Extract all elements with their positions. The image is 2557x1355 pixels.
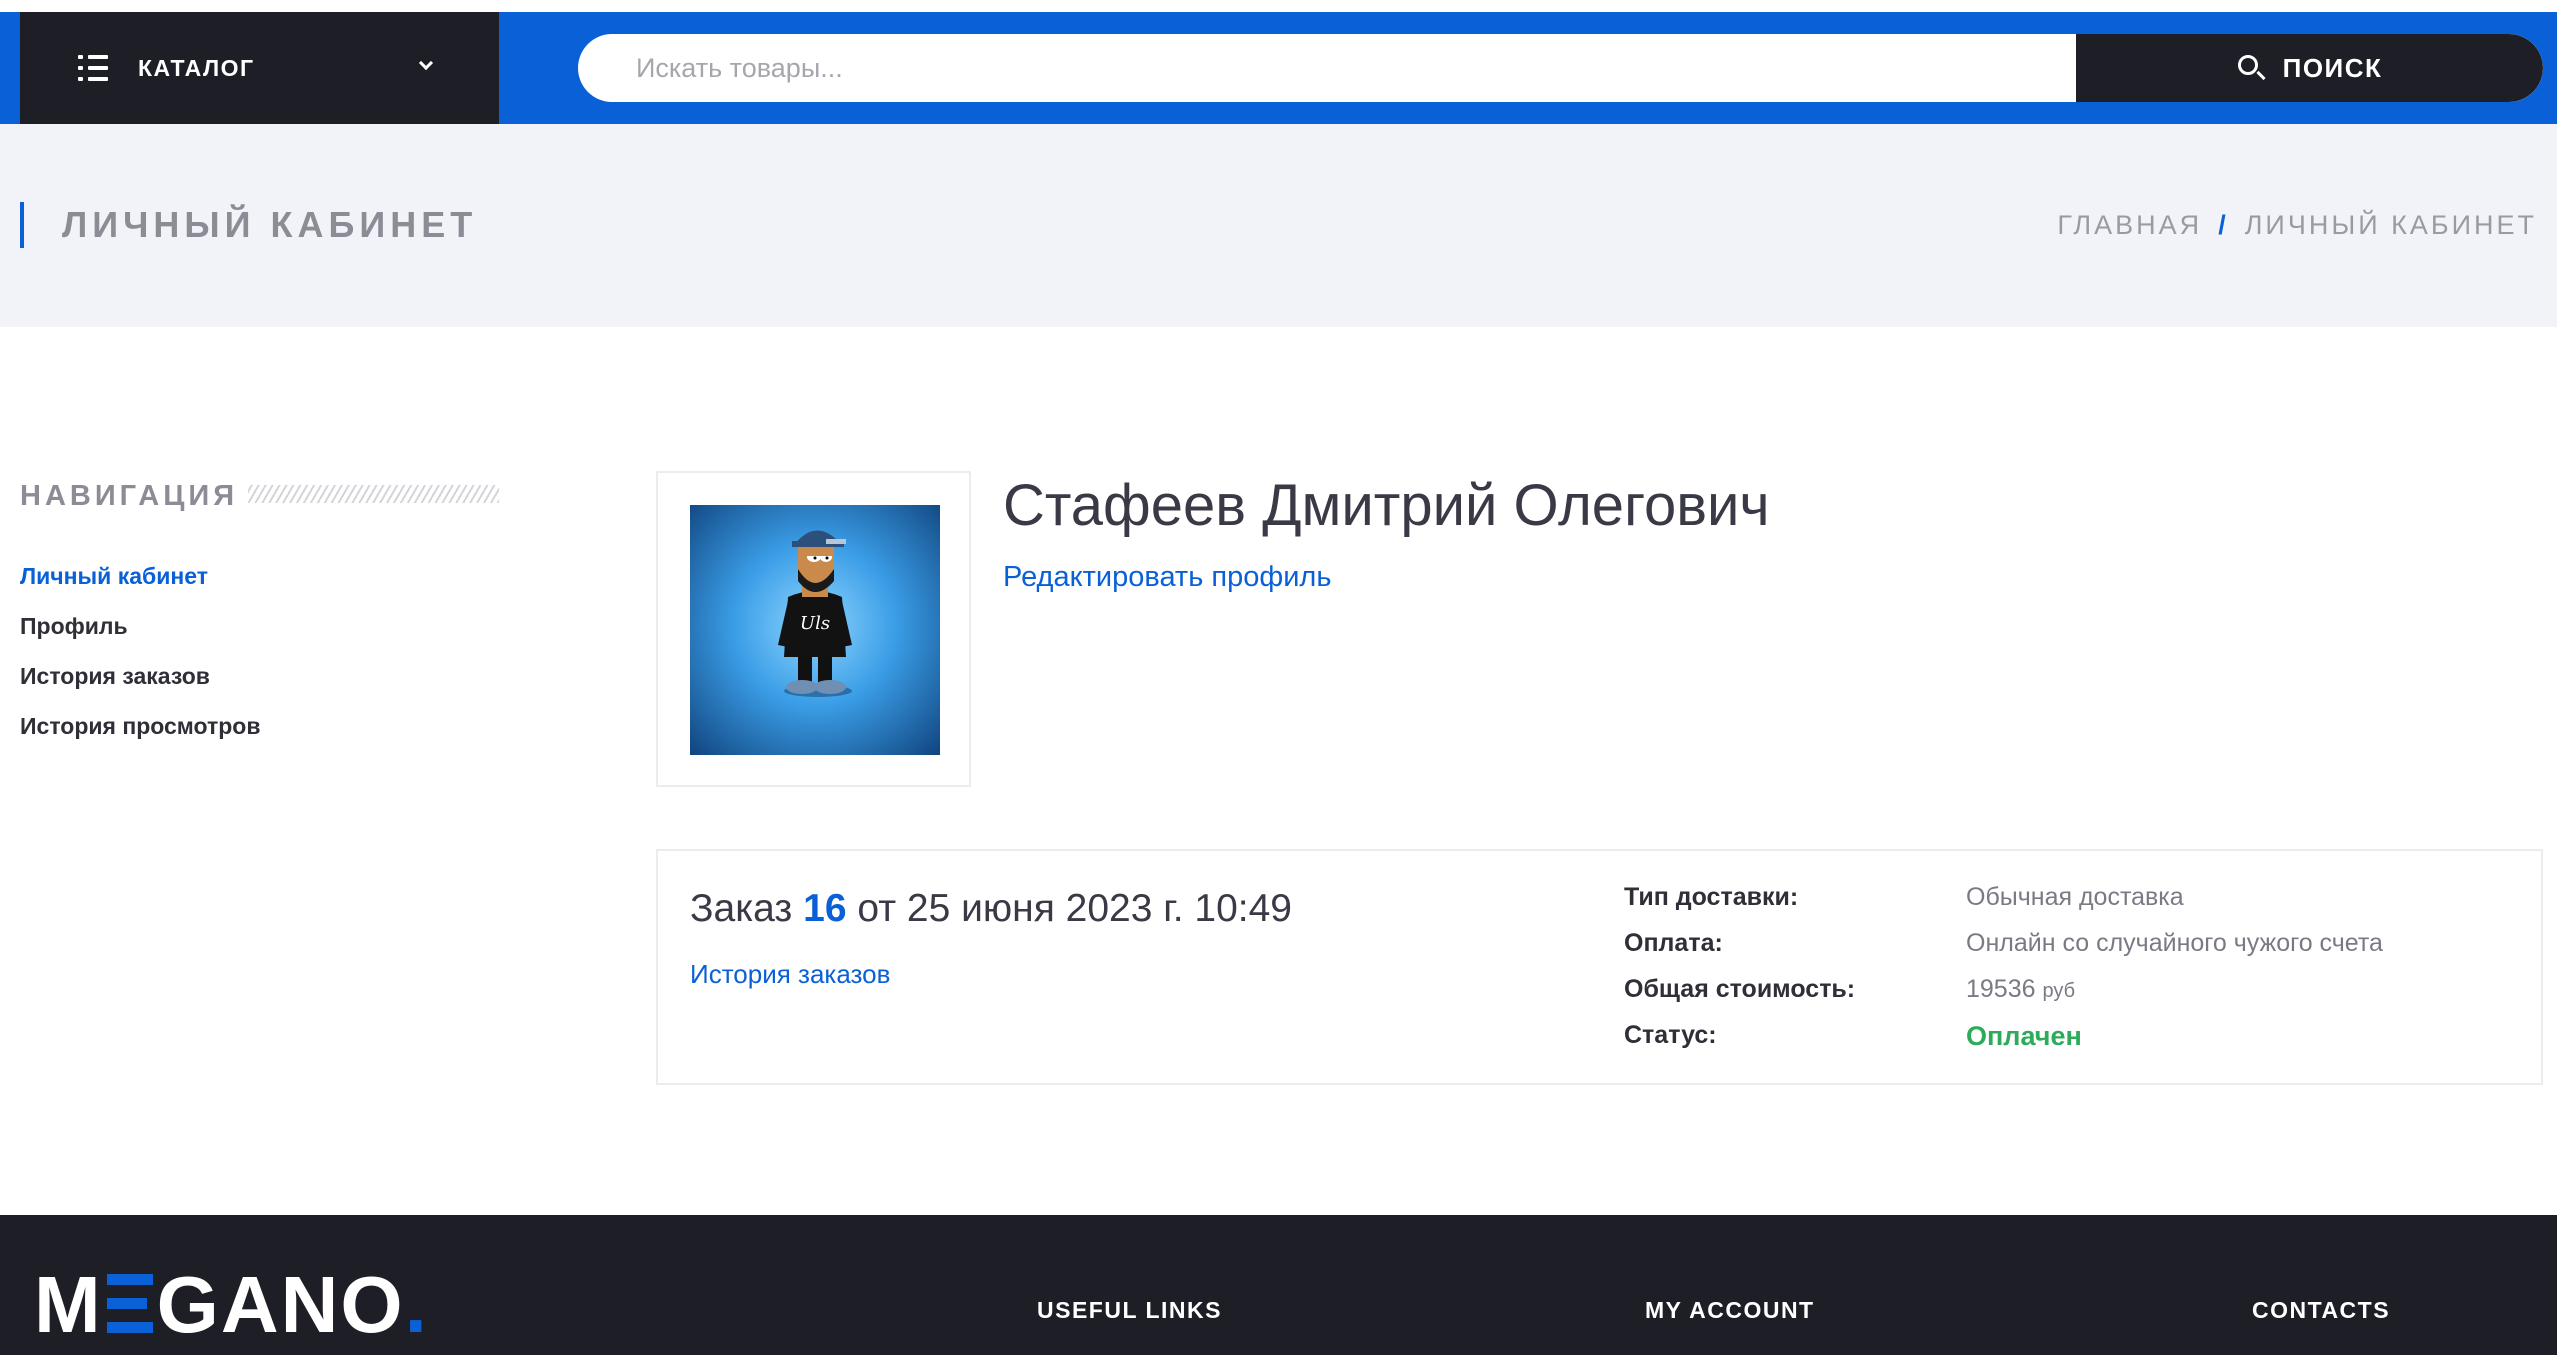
title-accent-bar (20, 202, 24, 248)
search-button-label: ПОИСК (2282, 52, 2383, 83)
order-number[interactable]: 16 (803, 887, 846, 930)
order-date: от 25 июня 2023 г. 10:49 (857, 887, 1292, 930)
order-history-link[interactable]: История заказов (690, 959, 890, 990)
payment-label: Оплата: (1624, 929, 1723, 957)
total-currency: руб (2042, 980, 2076, 1002)
top-header-bar: КАТАЛОГ ПОИСК (0, 12, 2557, 124)
order-title: Заказ 16 от 25 июня 2023 г. 10:49 (690, 887, 1292, 931)
search-button[interactable]: ПОИСК (2076, 34, 2543, 102)
total-value-wrap: 19536 руб (1966, 975, 2075, 1004)
page-title-band: ЛИЧНЫЙ КАБИНЕТ ГЛАВНАЯ / ЛИЧНЫЙ КАБИНЕТ (0, 124, 2557, 327)
delivery-label: Тип доставки: (1624, 883, 1799, 911)
footer-contacts-heading: CONTACTS (2252, 1297, 2391, 1323)
last-order-card: Заказ 16 от 25 июня 2023 г. 10:49 Истори… (656, 849, 2543, 1085)
sidebar-item-account[interactable]: Личный кабинет (20, 562, 261, 612)
avatar-frame: Uls (656, 471, 971, 787)
list-icon (78, 55, 108, 81)
total-value: 19536 (1966, 975, 2036, 1003)
svg-text:Uls: Uls (800, 613, 830, 634)
edit-profile-link[interactable]: Редактировать профиль (1003, 561, 1331, 594)
page-title: ЛИЧНЫЙ КАБИНЕТ (62, 204, 478, 245)
sidebar-title-decoration (248, 485, 499, 503)
status-label: Статус: (1624, 1021, 1717, 1049)
catalog-label: КАТАЛОГ (138, 54, 255, 81)
order-prefix: Заказ (690, 887, 793, 930)
sidebar-title: НАВИГАЦИЯ (20, 480, 239, 512)
breadcrumb-current: ЛИЧНЫЙ КАБИНЕТ (2244, 210, 2537, 240)
user-full-name: Стафеев Дмитрий Олегович (1003, 473, 1770, 538)
chevron-down-icon (418, 55, 434, 71)
breadcrumb: ГЛАВНАЯ / ЛИЧНЫЙ КАБИНЕТ (2057, 210, 2537, 241)
sidebar-nav: Личный кабинет Профиль История заказов И… (20, 562, 261, 762)
catalog-menu-button[interactable]: КАТАЛОГ (20, 12, 499, 124)
site-logo[interactable]: M GANO. (34, 1265, 429, 1345)
logo-e-mark (106, 1270, 153, 1333)
avatar: Uls (690, 505, 940, 755)
sidebar-item-order-history[interactable]: История заказов (20, 662, 261, 712)
sidebar-item-view-history[interactable]: История просмотров (20, 712, 261, 762)
payment-value: Онлайн со случайного чужого счета (1966, 929, 2383, 957)
cartoon-avatar-icon: Uls (778, 530, 852, 697)
footer-my-account-heading: MY ACCOUNT (1645, 1297, 1815, 1323)
breadcrumb-home-link[interactable]: ГЛАВНАЯ (2057, 210, 2202, 241)
search-bar: ПОИСК (578, 34, 2543, 102)
total-label: Общая стоимость: (1624, 975, 1856, 1003)
status-value: Оплачен (1966, 1021, 2082, 1051)
footer: M GANO. USEFUL LINKS MY ACCOUNT CONTACTS (0, 1215, 2557, 1355)
search-icon (2237, 54, 2266, 82)
delivery-value: Обычная доставка (1966, 883, 2184, 911)
breadcrumb-separator: / (2218, 210, 2229, 240)
sidebar-item-profile[interactable]: Профиль (20, 612, 261, 662)
search-input[interactable] (578, 34, 2076, 102)
footer-useful-links-heading: USEFUL LINKS (1037, 1297, 1222, 1323)
